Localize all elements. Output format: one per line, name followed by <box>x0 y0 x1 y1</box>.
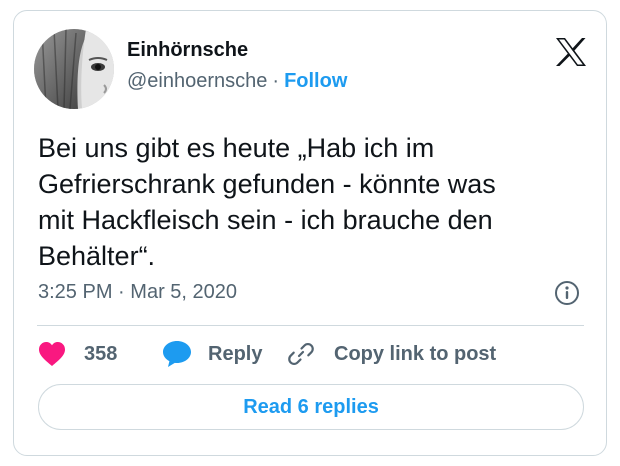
like-count: 358 <box>84 342 118 365</box>
author-name[interactable]: Einhörnsche <box>127 39 248 62</box>
read-replies-button[interactable]: Read 6 replies <box>38 384 584 430</box>
timestamp[interactable]: 3:25 PM · Mar 5, 2020 <box>38 281 237 304</box>
timestamp-separator: · <box>118 281 125 303</box>
meta-separator: · <box>272 70 280 92</box>
tweet-card: Einhörnsche @einhoernsche · Follow Bei uns… <box>13 10 607 456</box>
author-handle[interactable]: @einhoernsche <box>127 70 267 92</box>
x-logo-icon[interactable] <box>555 37 587 67</box>
info-icon[interactable] <box>554 280 580 306</box>
copy-link-label: Copy link to post <box>334 342 497 365</box>
speech-bubble-icon <box>163 341 191 367</box>
avatar[interactable] <box>34 29 114 109</box>
divider <box>37 325 584 326</box>
tweet-date[interactable]: Mar 5, 2020 <box>130 281 237 303</box>
copy-link-button[interactable]: Copy link to post <box>288 339 496 369</box>
tweet-time[interactable]: 3:25 PM <box>38 281 112 303</box>
like-button[interactable]: 358 <box>38 339 117 369</box>
follow-button[interactable]: Follow <box>284 70 347 92</box>
avatar-image <box>34 29 114 109</box>
reply-label: Reply <box>208 342 263 365</box>
author-meta: @einhoernsche · Follow <box>127 70 347 93</box>
reply-button[interactable]: Reply <box>162 339 262 369</box>
link-icon <box>288 342 314 366</box>
tweet-text: Bei uns gibt es heute „Hab ich im Gefrie… <box>38 133 496 271</box>
heart-icon <box>39 342 65 366</box>
